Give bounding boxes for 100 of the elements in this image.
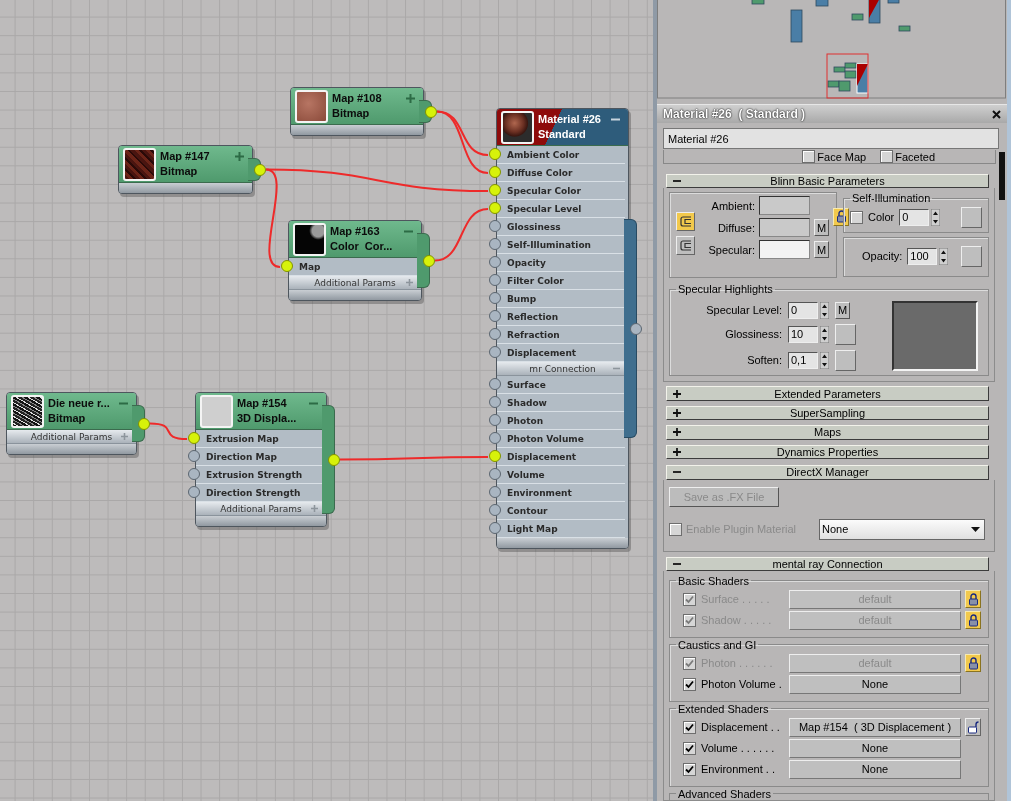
section-bar[interactable]: Additional Params: [7, 430, 136, 444]
input-socket[interactable]: [489, 292, 501, 304]
map-button[interactable]: M: [814, 219, 829, 237]
slot-label: Displacement: [507, 347, 577, 358]
rollout-header[interactable]: DirectX Manager: [666, 465, 989, 480]
shader-button[interactable]: Map #154 ( 3D Displacement ): [789, 717, 961, 737]
spinner-arrows-icon[interactable]: [931, 208, 941, 226]
plus-icon[interactable]: [673, 389, 681, 398]
section-bar[interactable]: Additional Params: [196, 502, 326, 516]
input-socket[interactable]: [188, 468, 200, 480]
rollout-header[interactable]: mental ray Connection: [666, 556, 989, 571]
blank-map-button[interactable]: [835, 349, 856, 371]
rollout-header[interactable]: Extended Parameters: [666, 386, 989, 401]
blank-map-button[interactable]: [961, 206, 982, 228]
node-footer-bar[interactable]: [7, 444, 136, 454]
node-footer-bar[interactable]: [196, 516, 326, 526]
shader-button[interactable]: None: [789, 759, 961, 779]
input-socket[interactable]: [489, 504, 501, 516]
toggle-button[interactable]: [676, 212, 695, 232]
node-footer-bar[interactable]: [291, 125, 423, 135]
spinner-arrows-icon[interactable]: [939, 247, 949, 265]
input-socket[interactable]: [281, 260, 293, 272]
number-field[interactable]: 0,1: [788, 351, 818, 369]
blank-map-button[interactable]: [835, 323, 856, 345]
checkbox[interactable]: [683, 677, 696, 691]
close-icon[interactable]: [992, 109, 1001, 119]
node-header[interactable]: Map #163 Color Cor...: [289, 221, 421, 258]
plus-icon[interactable]: [673, 447, 681, 456]
checkbox[interactable]: [802, 150, 816, 163]
number-field[interactable]: 0: [899, 208, 930, 226]
node-type: Standard: [538, 127, 587, 142]
node-header[interactable]: Material #26 Standard: [497, 109, 628, 146]
navigator-drawing[interactable]: [657, 0, 1007, 99]
input-socket[interactable]: [489, 450, 501, 462]
input-socket[interactable]: [489, 148, 501, 160]
input-socket[interactable]: [489, 378, 501, 390]
rollout-header[interactable]: Blinn Basic Parameters: [666, 174, 989, 189]
input-socket[interactable]: [188, 450, 200, 462]
checkbox[interactable]: [683, 762, 696, 776]
spinner-arrows-icon[interactable]: [820, 325, 829, 343]
blank-map-button[interactable]: [961, 245, 982, 267]
node-footer-bar[interactable]: [497, 538, 628, 548]
map-button[interactable]: M: [814, 241, 829, 259]
number-field[interactable]: 100: [907, 247, 938, 265]
lock-button[interactable]: [965, 718, 981, 737]
plus-icon[interactable]: [673, 428, 681, 437]
input-socket[interactable]: [489, 346, 501, 358]
spinner-arrows-icon[interactable]: [820, 301, 829, 319]
input-socket[interactable]: [489, 256, 501, 268]
checkbox[interactable]: [880, 150, 894, 163]
shader-button[interactable]: None: [789, 674, 961, 694]
node-header[interactable]: Die neue r... Bitmap: [7, 393, 136, 430]
rollout-header[interactable]: Dynamics Properties: [666, 444, 989, 460]
input-socket[interactable]: [489, 432, 501, 444]
open-padlock-icon: [967, 720, 979, 734]
node-header[interactable]: Map #154 3D Displa...: [196, 393, 326, 430]
input-socket[interactable]: [489, 166, 501, 178]
caret-icon: [971, 526, 980, 532]
slot-label: Reflection: [507, 311, 559, 322]
scrollbar-thumb[interactable]: [999, 152, 1005, 200]
input-socket[interactable]: [489, 468, 501, 480]
dropdown[interactable]: None: [819, 518, 985, 540]
color-swatch[interactable]: [759, 218, 810, 238]
checkbox[interactable]: [683, 741, 696, 755]
rollout-header[interactable]: SuperSampling: [666, 405, 989, 421]
input-socket[interactable]: [489, 396, 501, 408]
node-footer-bar[interactable]: [119, 183, 252, 193]
node-header[interactable]: Map #147 Bitmap: [119, 146, 252, 183]
shader-button[interactable]: None: [789, 738, 961, 758]
input-socket[interactable]: [489, 328, 501, 340]
node-title: Material #26: [538, 112, 601, 127]
input-socket[interactable]: [489, 414, 501, 426]
node-header[interactable]: Map #108 Bitmap: [291, 88, 423, 125]
rollout-header[interactable]: Maps: [666, 425, 989, 440]
input-socket[interactable]: [188, 432, 200, 444]
checkbox[interactable]: [850, 210, 863, 224]
slot-label: Contour: [507, 505, 548, 516]
input-socket[interactable]: [489, 274, 501, 286]
input-socket[interactable]: [489, 522, 501, 534]
name-field[interactable]: Material #26: [663, 128, 999, 149]
input-socket[interactable]: [489, 310, 501, 322]
color-swatch[interactable]: [759, 196, 810, 216]
input-socket[interactable]: [489, 184, 501, 196]
input-socket[interactable]: [188, 486, 200, 498]
color-swatch[interactable]: [759, 240, 810, 260]
checkbox[interactable]: [683, 720, 696, 734]
node-footer-bar[interactable]: [289, 290, 421, 300]
input-socket[interactable]: [489, 220, 501, 232]
spinner-arrows-icon[interactable]: [820, 351, 829, 369]
wire: [434, 208, 489, 262]
input-socket[interactable]: [489, 202, 501, 214]
section-bar[interactable]: Additional Params: [289, 276, 421, 290]
input-socket[interactable]: [489, 238, 501, 250]
map-button[interactable]: M: [835, 301, 850, 319]
plus-icon[interactable]: [673, 409, 681, 418]
number-field[interactable]: 10: [788, 325, 818, 343]
toggle-button[interactable]: [676, 236, 695, 256]
number-field[interactable]: 0: [788, 301, 818, 319]
checkbox-label: Environment . .: [701, 763, 776, 776]
input-socket[interactable]: [489, 486, 501, 498]
